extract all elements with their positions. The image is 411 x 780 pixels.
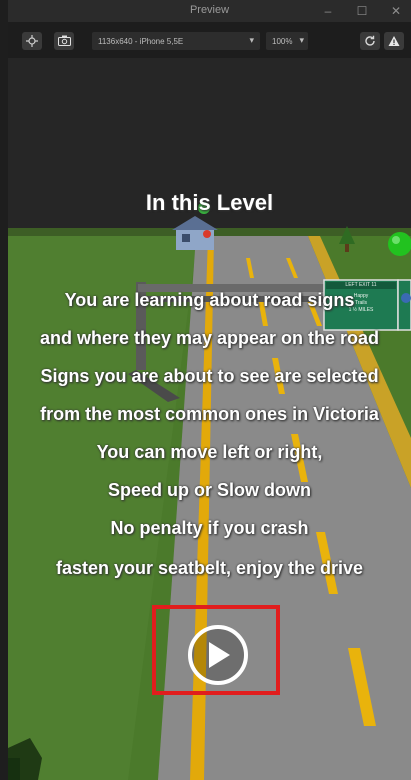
level-intro-line: You can move left or right, [96, 442, 323, 462]
level-intro-title: In this Level [145, 190, 274, 215]
level-intro-line: fasten your seatbelt, enjoy the drive [55, 558, 364, 578]
play-button[interactable] [188, 625, 248, 685]
level-intro-line: Speed up or Slow down [107, 480, 311, 500]
inspect-icon[interactable] [22, 32, 42, 50]
window-title: Preview [189, 4, 230, 16]
zoom-select[interactable]: 100% ▾ [266, 32, 308, 50]
level-intro-line: and where they may appear on the road [39, 328, 380, 348]
preview-toolbar: 1136x640 - iPhone 5,5E ▾ 100% ▾ [8, 22, 411, 58]
game-viewport[interactable]: LEFT EXIT 11 Happy Trails 1 ½ MILES In t… [8, 58, 411, 780]
chevron-down-icon: ▾ [249, 35, 254, 45]
play-icon [209, 642, 230, 668]
level-intro-line: Signs you are about to see are selected [40, 366, 379, 386]
zoom-select-value: 100% [272, 37, 293, 46]
refresh-icon[interactable] [360, 32, 380, 50]
level-intro-line: from the most common ones in Victoria [40, 404, 379, 424]
chevron-down-icon: ▾ [299, 35, 304, 45]
device-select[interactable]: 1136x640 - iPhone 5,5E ▾ [92, 32, 260, 50]
close-icon[interactable]: ✕ [387, 2, 405, 20]
level-intro-line: You are learning about road signs [64, 290, 355, 310]
maximize-icon[interactable]: ☐ [353, 2, 371, 20]
minimize-icon[interactable]: – [319, 2, 337, 20]
level-intro-line: No penalty if you crash [110, 518, 309, 538]
camera-icon[interactable] [54, 32, 74, 50]
device-select-value: 1136x640 - iPhone 5,5E [98, 37, 184, 46]
sign-exit-label: LEFT EXIT 11 [326, 282, 396, 289]
warning-icon[interactable] [384, 32, 404, 50]
preview-window: Preview – ☐ ✕ 1136x640 - iPhone 5,5E ▾ 1… [8, 0, 411, 780]
title-bar: Preview – ☐ ✕ [8, 0, 411, 22]
